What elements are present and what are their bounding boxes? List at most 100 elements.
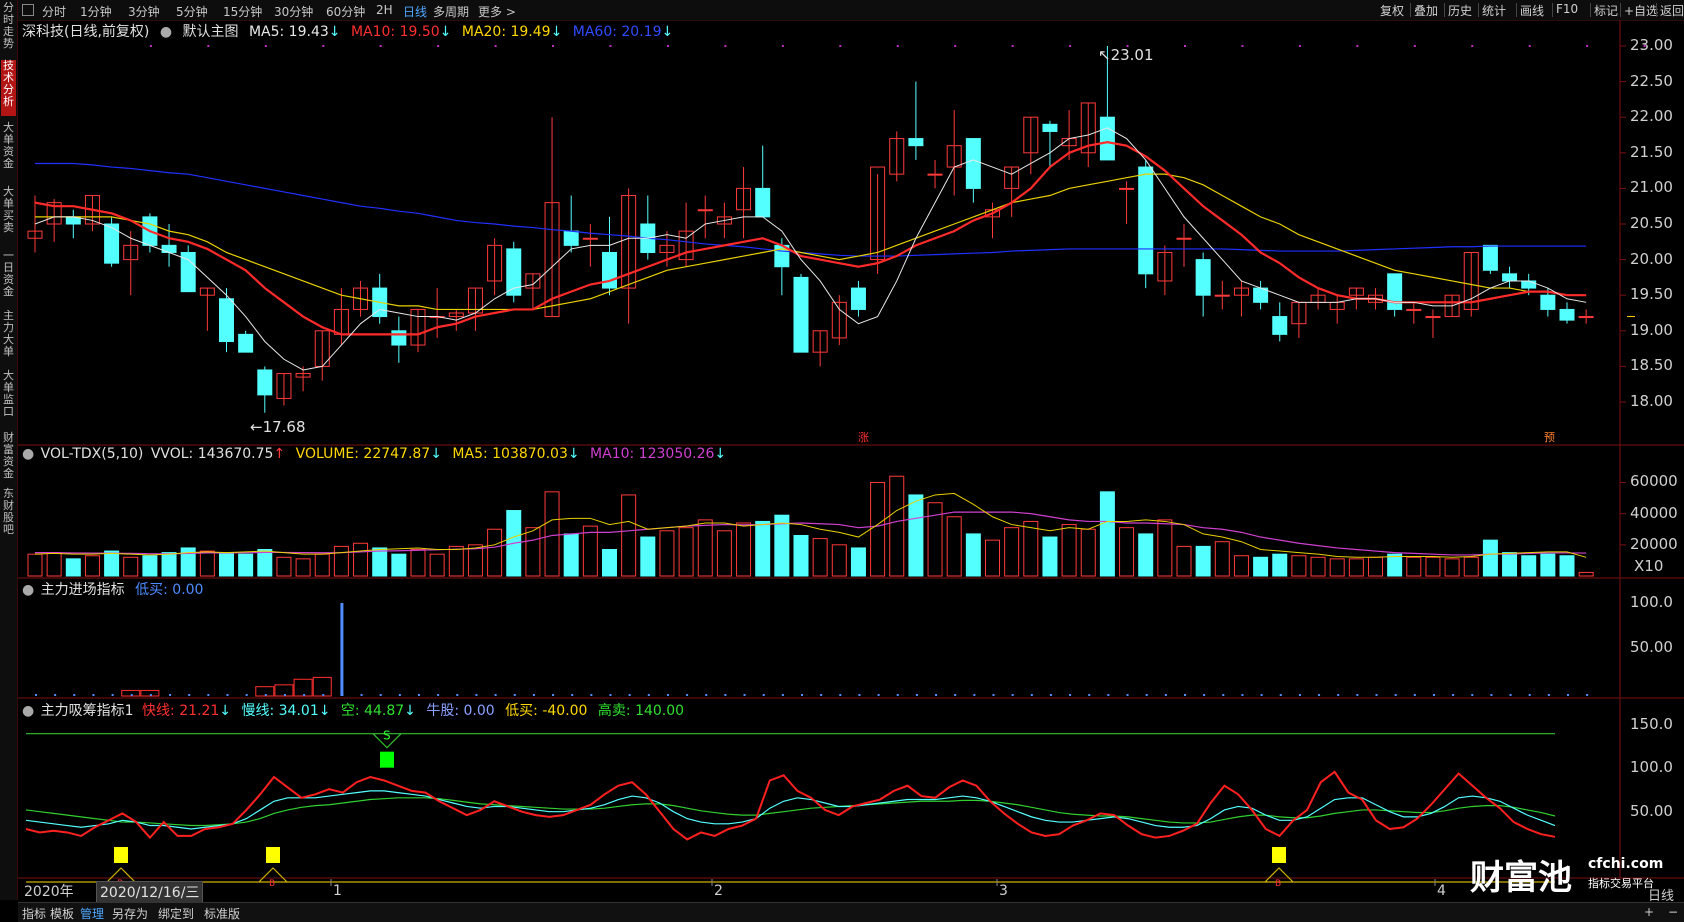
candle-body — [908, 138, 924, 147]
status-button-0[interactable]: 指标 — [22, 905, 46, 922]
ind2-low-value: 低买: -40.00 — [505, 703, 588, 719]
ind1-baseline-dot — [1567, 694, 1569, 696]
ma20-value: MA20: 19.49↓ — [461, 24, 563, 40]
buy-signal-box — [114, 847, 128, 863]
ind1-baseline-dot — [686, 694, 689, 696]
watermark-site: cfchi.com — [1588, 856, 1664, 872]
volume-bar — [1463, 556, 1479, 577]
ind1-baseline-dot — [1413, 694, 1416, 696]
volume-bar — [429, 553, 445, 577]
candle-body — [257, 369, 273, 396]
volume-bar — [965, 533, 981, 577]
volume-bar — [391, 553, 407, 577]
ind1-baseline-dot — [1471, 694, 1474, 696]
high-price-label: ↖23.01 — [1098, 46, 1154, 64]
month-label: 2 — [714, 883, 723, 899]
ind1-baseline-dot — [456, 694, 459, 696]
ind1-baseline-dot — [1547, 694, 1550, 696]
ind1-baseline-dot — [1586, 694, 1589, 696]
watermark-brand: 财富池 — [1470, 858, 1572, 898]
ind1-baseline-dot — [303, 694, 306, 696]
dot-marker — [781, 45, 784, 47]
volume-bar — [467, 544, 483, 577]
candle-body — [1119, 187, 1135, 190]
candle-body — [965, 138, 981, 189]
volume-bar — [525, 527, 541, 577]
candle-body — [563, 230, 579, 246]
ind1-baseline-dot — [188, 694, 191, 696]
volume-bar — [946, 516, 962, 577]
dot-marker — [1356, 45, 1359, 47]
ind1-baseline-dot — [207, 694, 210, 696]
ind2-title[interactable]: 主力吸筹指标1 — [41, 703, 134, 719]
volume-bar — [1368, 556, 1383, 577]
status-button-5[interactable]: 标准版 — [204, 905, 240, 922]
volume-bar — [927, 502, 943, 577]
zoom-out-icon[interactable]: − — [1668, 905, 1678, 919]
volume-bar — [353, 542, 369, 577]
ind1-baseline-dot — [781, 694, 784, 696]
ind1-title[interactable]: 主力进场指标 — [41, 582, 125, 598]
buy-signal-box — [266, 847, 280, 863]
ind1-baseline-dot — [552, 694, 555, 696]
zoom-in-icon[interactable]: + — [1644, 905, 1654, 919]
ma10-line — [34, 141, 1587, 336]
ma60-line — [35, 162, 1587, 257]
settings-dot-icon[interactable]: ● — [160, 24, 172, 40]
price-axis-label: 19.00 — [1630, 320, 1673, 339]
volume-axis-label: 40000 — [1630, 503, 1678, 522]
ind2-axis-label: 150.0 — [1630, 715, 1673, 733]
ind1-baseline-dot — [666, 694, 669, 696]
dot-marker — [724, 45, 727, 47]
status-button-1[interactable]: 模板 — [50, 905, 74, 922]
cursor-date-label: 2020/12/16/三 — [96, 881, 204, 903]
template-label[interactable]: 默认主图 — [183, 24, 239, 40]
stock-title[interactable]: 深科技(日线,前复权) — [22, 24, 149, 40]
price-axis-label: 19.50 — [1630, 285, 1673, 304]
dot-marker — [149, 45, 152, 47]
price-axis-label: 18.00 — [1630, 392, 1673, 410]
volume-bar — [1425, 556, 1441, 577]
dot-marker — [1298, 45, 1301, 47]
candle-body — [850, 287, 866, 310]
settings-dot-icon[interactable]: ● — [22, 703, 34, 719]
ind1-signal-bar — [340, 603, 344, 696]
volume-bar — [736, 522, 752, 577]
volume-bar — [1061, 524, 1077, 577]
ma5-line — [34, 127, 1587, 371]
candle-body — [1502, 273, 1518, 282]
volume-bar — [238, 553, 254, 577]
settings-dot-icon[interactable]: ● — [22, 582, 34, 598]
ind1-baseline-dot — [111, 694, 114, 696]
ind1-baseline-dot — [54, 694, 57, 696]
candle-body — [1578, 316, 1594, 319]
settings-dot-icon[interactable]: ● — [22, 446, 34, 462]
volume-ma10-line — [35, 511, 1587, 556]
ind1-baseline-dot — [609, 694, 612, 696]
dot-marker — [322, 45, 325, 47]
ind1-baseline-dot — [264, 694, 267, 696]
ind1-baseline-dot — [1394, 694, 1397, 696]
ind1-baseline-dot — [896, 694, 899, 696]
status-button-2[interactable]: 管理 — [80, 905, 104, 922]
price-axis-label: 21.00 — [1630, 178, 1673, 197]
candle-body — [1214, 294, 1230, 297]
ind1-baseline-dot — [35, 694, 37, 696]
status-button-3[interactable]: 另存为 — [112, 905, 148, 922]
ind1-baseline-dot — [628, 694, 631, 696]
candle-body — [391, 330, 407, 346]
ind1-baseline-dot — [245, 694, 248, 696]
status-button-4[interactable]: 绑定到 — [158, 905, 194, 922]
dot-marker — [379, 45, 382, 47]
ind2-short-value: 空: 44.87↓ — [340, 703, 416, 719]
volume-indicator-title[interactable]: VOL-TDX(5,10) — [41, 446, 144, 462]
volume-bar — [46, 552, 62, 577]
volume-bar — [27, 553, 43, 577]
dot-marker — [1184, 45, 1186, 47]
candle-body — [1425, 316, 1441, 319]
volume-bar — [908, 494, 924, 577]
price-axis-label: 20.00 — [1630, 249, 1673, 268]
ind1-baseline-dot — [1203, 694, 1206, 696]
volume-bar — [1138, 533, 1154, 577]
ind1-baseline-dot — [1145, 694, 1148, 696]
